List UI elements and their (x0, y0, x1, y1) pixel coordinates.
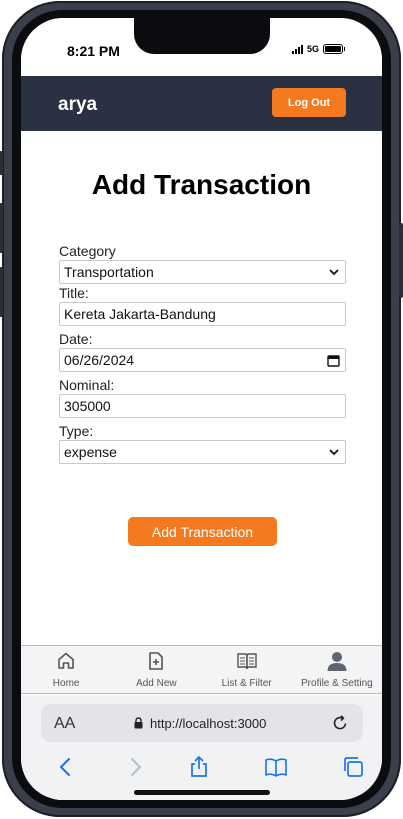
nav-item-list-filter[interactable]: List & Filter (202, 646, 292, 693)
screen: 8:21 PM 5G arya Log Out Add Transaction (21, 18, 382, 800)
nominal-label: Nominal: (59, 377, 115, 393)
chevron-down-icon (329, 449, 339, 456)
notch (134, 18, 270, 54)
phone-frame: 8:21 PM 5G arya Log Out Add Transaction (0, 1, 403, 817)
browser-toolbar (21, 755, 382, 783)
nominal-value: 305000 (64, 398, 111, 414)
nominal-input[interactable]: 305000 (59, 394, 346, 418)
chevron-down-icon (329, 269, 339, 276)
title-value: Kereta Jakarta-Bandung (64, 306, 216, 322)
nav-label-profile-setting: Profile & Setting (301, 678, 373, 689)
bottom-nav: Home Add New List & Filter Profile & Set… (21, 645, 382, 694)
app-header: arya Log Out (21, 76, 382, 131)
nav-item-home[interactable]: Home (21, 646, 111, 693)
book-icon (236, 653, 257, 670)
nav-label-add-new: Add New (136, 678, 177, 689)
home-indicator[interactable] (134, 790, 270, 795)
network-label: 5G (307, 44, 320, 54)
silent-switch (0, 151, 3, 175)
text-size-button[interactable]: AA (54, 715, 75, 733)
nav-item-profile-setting[interactable]: Profile & Setting (292, 646, 382, 693)
back-icon[interactable] (54, 755, 78, 779)
share-icon[interactable] (187, 755, 211, 779)
add-transaction-button[interactable]: Add Transaction (128, 517, 277, 546)
power-button (399, 223, 403, 298)
title-input[interactable]: Kereta Jakarta-Bandung (59, 302, 346, 326)
tabs-icon[interactable] (341, 755, 365, 779)
address-bar[interactable]: AA http://localhost:3000 (41, 704, 363, 742)
lock-icon (134, 717, 143, 729)
reload-icon[interactable] (331, 714, 349, 732)
nav-item-add-new[interactable]: Add New (111, 646, 201, 693)
title-label: Title: (59, 285, 89, 301)
url-text: http://localhost:3000 (150, 716, 267, 731)
signal-icon (292, 44, 303, 54)
volume-up-button (0, 203, 3, 253)
category-select[interactable]: Transportation (59, 260, 346, 284)
brand-logo[interactable]: arya (58, 94, 97, 116)
forward-icon[interactable] (123, 755, 147, 779)
calendar-icon[interactable] (327, 354, 340, 367)
nav-label-home: Home (52, 678, 80, 689)
status-time: 8:21 PM (67, 43, 120, 59)
date-value: 06/26/2024 (64, 352, 135, 368)
date-input[interactable]: 06/26/2024 (59, 348, 346, 372)
transaction-form: Category Transportation Title: Kereta Ja… (59, 242, 346, 464)
home-icon (58, 652, 74, 669)
type-value: expense (64, 444, 117, 460)
type-select[interactable]: expense (59, 440, 346, 464)
status-indicators: 5G (292, 44, 346, 54)
browser-chrome: AA http://localhost:3000 (21, 695, 382, 800)
page-title: Add Transaction (91, 169, 312, 200)
user-icon (327, 652, 347, 671)
phone-bezel: 8:21 PM 5G arya Log Out Add Transaction (12, 10, 391, 808)
type-label: Type: (59, 423, 94, 439)
category-value: Transportation (64, 264, 154, 280)
bookmarks-icon[interactable] (264, 755, 288, 779)
category-label: Category (59, 243, 116, 259)
add-new-icon (149, 652, 164, 670)
status-bar: 8:21 PM 5G (21, 18, 382, 76)
volume-down-button (0, 267, 3, 317)
battery-icon (323, 44, 346, 54)
date-label: Date: (59, 331, 93, 347)
nav-label-list-filter: List & Filter (221, 678, 272, 689)
logout-button[interactable]: Log Out (272, 88, 346, 117)
